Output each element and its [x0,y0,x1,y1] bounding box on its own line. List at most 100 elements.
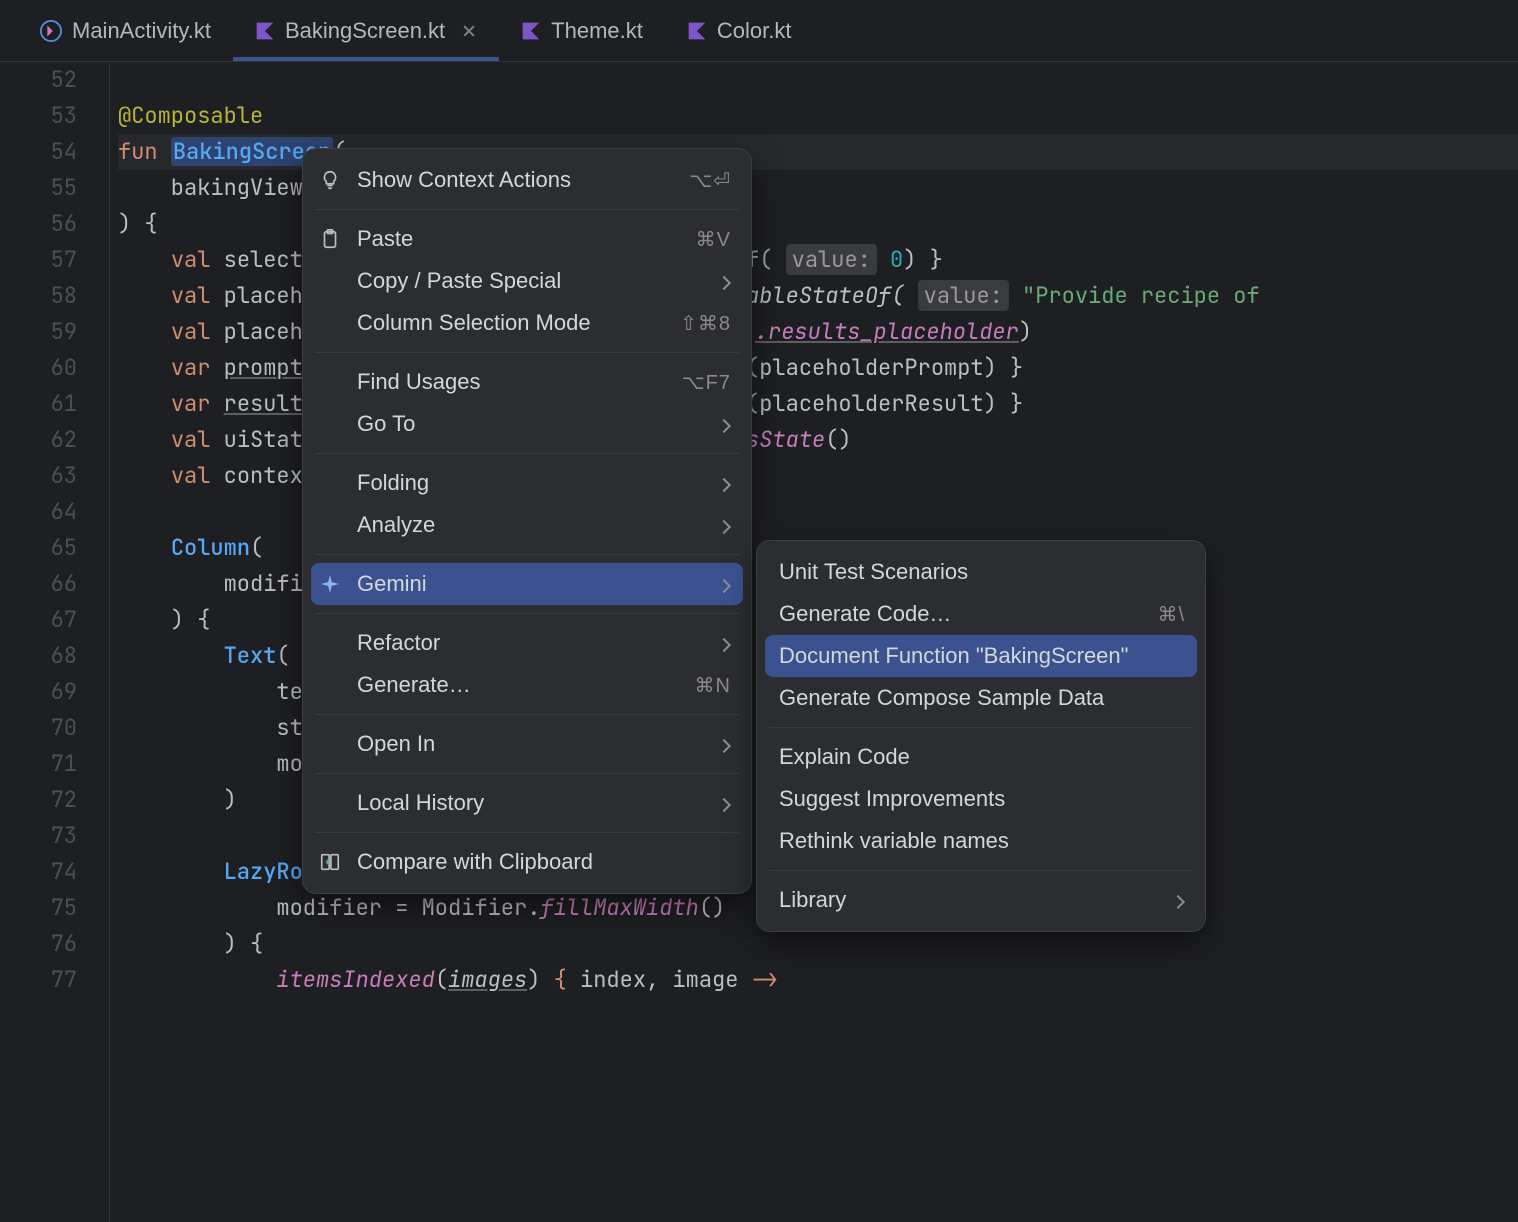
line-number: 56 [0,206,77,242]
menu-separator [769,870,1193,871]
line-number: 69 [0,674,77,710]
chevron-right-icon [719,790,731,816]
kotlin-file-icon [255,21,275,41]
menu-separator [315,832,739,833]
menu-item-library[interactable]: Library [757,879,1205,921]
line-number: 71 [0,746,77,782]
menu-item-label: Generate Compose Sample Data [779,685,1185,711]
diff-icon [319,851,341,873]
menu-item-label: Rethink variable names [779,828,1185,854]
line-number: 54 [0,134,77,170]
menu-item-gemini[interactable]: Gemini [311,563,743,605]
menu-separator [315,453,739,454]
menu-item-rethink[interactable]: Rethink variable names [757,820,1205,862]
menu-separator [315,352,739,353]
tab-label: MainActivity.kt [72,18,211,44]
menu-item-label: Gemini [357,571,719,597]
menu-shortcut: ⌥⏎ [689,168,731,193]
tab-color[interactable]: Color.kt [665,0,814,61]
menu-item-go-to[interactable]: Go To [303,403,751,445]
menu-item-label: Analyze [357,512,719,538]
tab-mainactivity[interactable]: MainActivity.kt [18,0,233,61]
menu-item-gen-compose[interactable]: Generate Compose Sample Data [757,677,1205,719]
menu-item-label: Go To [357,411,719,437]
line-number: 70 [0,710,77,746]
menu-separator [315,209,739,210]
line-number: 73 [0,818,77,854]
menu-item-local-history[interactable]: Local History [303,782,751,824]
menu-item-label: Column Selection Mode [357,310,680,336]
menu-item-unit-tests[interactable]: Unit Test Scenarios [757,551,1205,593]
line-number: 65 [0,530,77,566]
menu-item-label: Refactor [357,630,719,656]
line-gutter: 5253545556575859606162636465666768697071… [0,62,110,1222]
code-line[interactable] [118,62,1518,98]
menu-item-label: Suggest Improvements [779,786,1185,812]
menu-item-label: Open In [357,731,719,757]
tab-label: Color.kt [717,18,792,44]
line-number: 52 [0,62,77,98]
menu-separator [315,613,739,614]
line-number: 66 [0,566,77,602]
menu-item-explain[interactable]: Explain Code [757,736,1205,778]
menu-shortcut: ⌘\ [1157,602,1185,627]
menu-item-label: Unit Test Scenarios [779,559,1185,585]
menu-item-generate[interactable]: Generate…⌘N [303,664,751,706]
menu-item-doc-function[interactable]: Document Function "BakingScreen" [765,635,1197,677]
menu-item-find-usages[interactable]: Find Usages⌥F7 [303,361,751,403]
code-line[interactable]: itemsIndexed(images) { index, image -> [118,962,1518,998]
clipboard-icon [319,228,341,250]
kotlin-activity-icon [40,20,62,42]
menu-item-compare-clipboard[interactable]: Compare with Clipboard [303,841,751,883]
menu-item-label: Generate Code… [779,601,1157,627]
line-number: 76 [0,926,77,962]
editor-tabbar: MainActivity.kt BakingScreen.kt Theme.kt… [0,0,1518,62]
gemini-submenu: Unit Test Scenarios Generate Code…⌘\ Docum… [756,540,1206,932]
tab-bakingscreen[interactable]: BakingScreen.kt [233,0,499,61]
chevron-right-icon [719,470,731,496]
menu-item-label: Copy / Paste Special [357,268,719,294]
menu-item-gen-code[interactable]: Generate Code…⌘\ [757,593,1205,635]
menu-item-folding[interactable]: Folding [303,462,751,504]
menu-item-context-actions[interactable]: Show Context Actions⌥⏎ [303,159,751,201]
line-number: 67 [0,602,77,638]
context-menu: Show Context Actions⌥⏎ Paste⌘V Copy / Past… [302,148,752,894]
menu-shortcut: ⌘N [695,673,731,698]
chevron-right-icon [1173,887,1185,913]
menu-item-label: Paste [357,226,696,252]
line-number: 68 [0,638,77,674]
line-number: 53 [0,98,77,134]
chevron-right-icon [719,731,731,757]
menu-item-copy-paste-special[interactable]: Copy / Paste Special [303,260,751,302]
menu-item-column-selection[interactable]: Column Selection Mode⇧⌘8 [303,302,751,344]
menu-item-label: Library [779,887,1173,913]
menu-shortcut: ⌘V [696,227,731,252]
bulb-icon [319,169,341,191]
line-number: 60 [0,350,77,386]
close-icon[interactable] [461,23,477,39]
tab-label: Theme.kt [551,18,643,44]
line-number: 61 [0,386,77,422]
menu-separator [315,714,739,715]
menu-item-label: Folding [357,470,719,496]
menu-item-label: Local History [357,790,719,816]
menu-item-refactor[interactable]: Refactor [303,622,751,664]
line-number: 59 [0,314,77,350]
menu-item-analyze[interactable]: Analyze [303,504,751,546]
menu-shortcut: ⇧⌘8 [680,311,731,336]
line-number: 55 [0,170,77,206]
code-line[interactable]: @Composable [118,98,1518,134]
menu-separator [315,554,739,555]
kotlin-file-icon [687,21,707,41]
menu-item-suggest[interactable]: Suggest Improvements [757,778,1205,820]
gemini-icon [319,573,341,595]
menu-item-label: Find Usages [357,369,682,395]
tab-theme[interactable]: Theme.kt [499,0,665,61]
line-number: 74 [0,854,77,890]
menu-item-label: Document Function "BakingScreen" [779,643,1185,669]
menu-item-open-in[interactable]: Open In [303,723,751,765]
menu-item-paste[interactable]: Paste⌘V [303,218,751,260]
chevron-right-icon [719,411,731,437]
chevron-right-icon [719,630,731,656]
chevron-right-icon [719,571,731,597]
